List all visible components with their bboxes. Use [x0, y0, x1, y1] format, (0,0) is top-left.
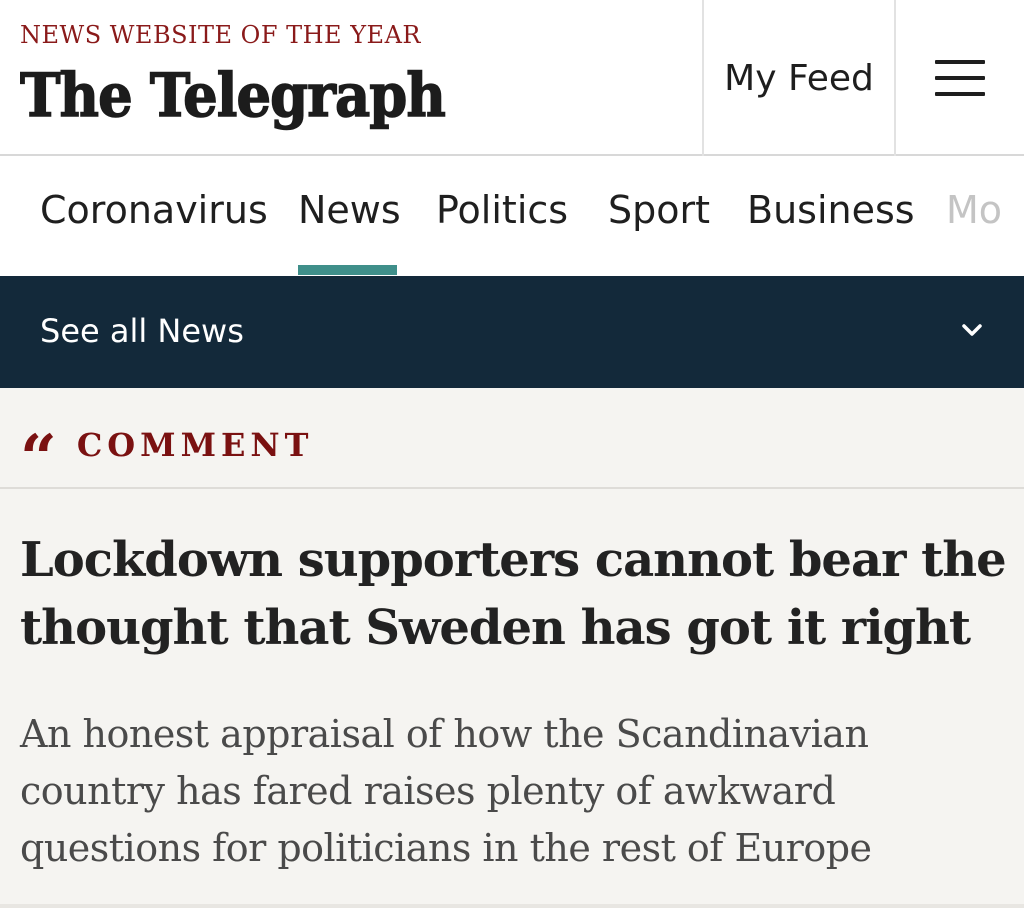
- nav-item-sport[interactable]: Sport: [608, 188, 710, 232]
- article-standfirst: An honest appraisal of how the Scandinav…: [20, 712, 872, 870]
- tagline: NEWS WEBSITE OF THE YEAR: [20, 21, 421, 49]
- quote-icon: “: [20, 421, 57, 496]
- section-kicker[interactable]: “ COMMENT: [20, 421, 314, 496]
- telegraph-logo[interactable]: The Telegraph: [20, 56, 450, 132]
- nav-item-coronavirus[interactable]: Coronavirus: [40, 188, 268, 232]
- sub-nav-bar[interactable]: See all News: [0, 276, 1024, 388]
- brand-block[interactable]: NEWS WEBSITE OF THE YEAR The Telegraph: [20, 20, 680, 132]
- primary-nav: Coronavirus News Politics Sport Business…: [0, 156, 1024, 276]
- nav-item-news[interactable]: News: [298, 188, 401, 232]
- logo-text: The Telegraph: [20, 61, 445, 131]
- nav-item-business[interactable]: Business: [747, 188, 915, 232]
- see-all-news-label: See all News: [40, 312, 244, 350]
- my-feed-button[interactable]: My Feed: [702, 0, 894, 156]
- bottom-divider: [0, 904, 1024, 908]
- masthead: NEWS WEBSITE OF THE YEAR The Telegraph M…: [0, 0, 1024, 156]
- hamburger-menu-icon: [935, 60, 985, 96]
- menu-button[interactable]: [894, 0, 1024, 156]
- active-tab-indicator: [298, 265, 397, 275]
- nav-item-politics[interactable]: Politics: [436, 188, 568, 232]
- chevron-down-icon[interactable]: [958, 318, 986, 342]
- divider: [0, 487, 1024, 489]
- article-header: “ COMMENT Lockdown supporters cannot bea…: [0, 388, 1024, 908]
- my-feed-label: My Feed: [724, 57, 874, 99]
- article-headline: Lockdown supporters cannot bear the thou…: [20, 532, 1007, 656]
- section-label: COMMENT: [76, 426, 314, 464]
- nav-item-more[interactable]: Mo: [946, 188, 1002, 232]
